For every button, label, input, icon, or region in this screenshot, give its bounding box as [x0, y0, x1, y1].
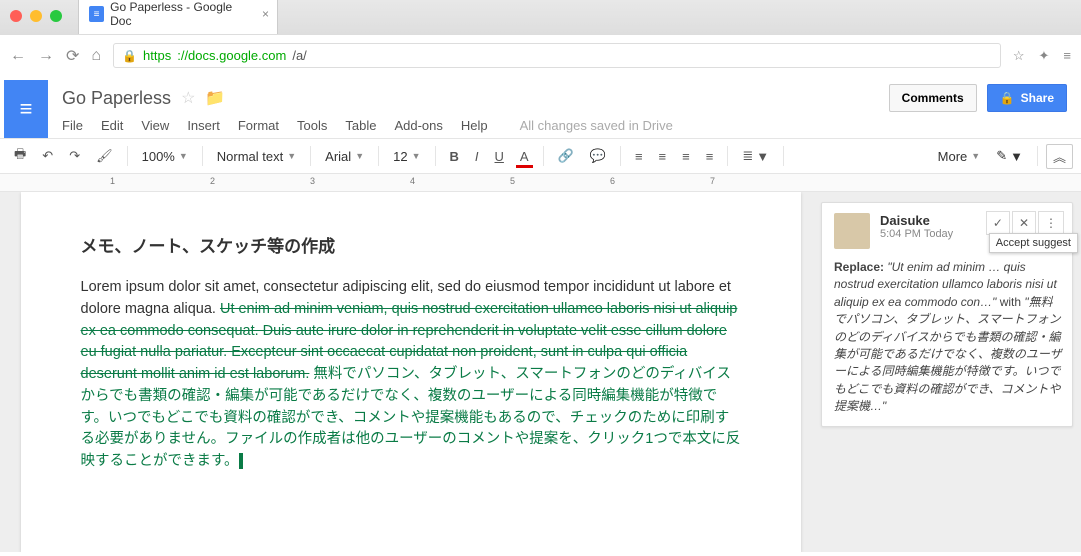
menu-addons[interactable]: Add-ons	[394, 118, 442, 133]
menu-insert[interactable]: Insert	[187, 118, 220, 133]
accept-suggestion-button[interactable]: ✓	[986, 211, 1010, 235]
bookmark-icon[interactable]: ☆	[1013, 48, 1025, 64]
doc-title[interactable]: Go Paperless	[62, 88, 171, 109]
suggestion-with: with	[996, 295, 1024, 309]
reject-suggestion-button[interactable]: ✕	[1012, 211, 1036, 235]
back-button[interactable]: ←	[10, 47, 26, 65]
suggestion-card[interactable]: Daisuke 5:04 PM Today ✓ ✕ ⋮ Accept sugge…	[821, 202, 1073, 427]
menu-format[interactable]: Format	[238, 118, 279, 133]
docs-header: ≡ Go Paperless ☆ 📁 Comments 🔒 Share File…	[0, 76, 1081, 138]
extension-icon[interactable]: ✦	[1039, 48, 1050, 64]
folder-icon[interactable]: 📁	[205, 88, 225, 108]
docs-favicon: ≡	[89, 6, 104, 22]
ruler-tick: 7	[710, 176, 715, 186]
home-button[interactable]: ⌂	[91, 47, 101, 65]
fontsize-dropdown[interactable]: 12▼	[387, 149, 426, 164]
save-status: All changes saved in Drive	[520, 118, 673, 133]
minimize-window-button[interactable]	[30, 10, 42, 22]
menu-tools[interactable]: Tools	[297, 118, 327, 133]
chrome-menu-icon[interactable]: ≡	[1063, 48, 1071, 64]
bold-button[interactable]: B	[444, 145, 465, 168]
browser-chrome: ≡ Go Paperless - Google Doc × ← → ⟳ ⌂ 🔒 …	[0, 0, 1081, 76]
menu-bar: File Edit View Insert Format Tools Table…	[62, 118, 1067, 133]
share-label: Share	[1021, 91, 1054, 105]
underline-button[interactable]: U	[489, 145, 510, 168]
window-controls	[10, 10, 62, 22]
redo-button[interactable]: ↷	[63, 144, 86, 168]
ruler-tick: 1	[110, 176, 115, 186]
editing-mode-button[interactable]: ✎▼	[990, 144, 1029, 168]
url-scheme: https	[143, 48, 171, 63]
ruler-tick: 4	[410, 176, 415, 186]
ruler-tick: 2	[210, 176, 215, 186]
italic-button[interactable]: I	[469, 145, 485, 168]
zoom-dropdown[interactable]: 100%▼	[136, 149, 194, 164]
more-dropdown[interactable]: More▼	[932, 149, 987, 164]
menu-view[interactable]: View	[141, 118, 169, 133]
suggestion-to: "無料でパソコン、タブレット、スマートフォンのどのディバイスからでも書類の確認・…	[834, 295, 1062, 413]
share-button[interactable]: 🔒 Share	[987, 84, 1067, 112]
doc-heading: メモ、ノート、スケッチ等の作成	[81, 232, 741, 257]
align-justify-button[interactable]: ≡	[700, 145, 720, 168]
suggestion-menu-button[interactable]: ⋮	[1038, 211, 1064, 235]
style-dropdown[interactable]: Normal text▼	[211, 149, 302, 164]
page[interactable]: メモ、ノート、スケッチ等の作成 Lorem ipsum dolor sit am…	[21, 192, 801, 552]
doc-area: メモ、ノート、スケッチ等の作成 Lorem ipsum dolor sit am…	[0, 192, 1081, 552]
menu-file[interactable]: File	[62, 118, 83, 133]
tooltip: Accept suggest	[989, 233, 1078, 253]
print-button[interactable]: 🖶	[8, 141, 32, 171]
paint-format-button[interactable]: 🖌	[90, 144, 119, 168]
menu-help[interactable]: Help	[461, 118, 488, 133]
tab-title: Go Paperless - Google Doc	[110, 0, 249, 28]
font-dropdown[interactable]: Arial▼	[319, 149, 370, 164]
suggestion-panel: Daisuke 5:04 PM Today ✓ ✕ ⋮ Accept sugge…	[821, 192, 1081, 552]
ruler-tick: 6	[610, 176, 615, 186]
text-cursor	[239, 453, 243, 469]
reload-button[interactable]: ⟳	[66, 46, 79, 66]
url-box[interactable]: 🔒 https ://docs.google.com/a/	[113, 43, 1001, 68]
suggestion-body: Replace: "Ut enim ad minim … quis nostru…	[834, 259, 1062, 416]
ruler[interactable]: 1 2 3 4 5 6 7	[0, 174, 1081, 192]
browser-tab[interactable]: ≡ Go Paperless - Google Doc ×	[78, 0, 278, 34]
comment-button[interactable]: 💬	[584, 144, 612, 168]
doc-body: Lorem ipsum dolor sit amet, consectetur …	[81, 277, 741, 473]
url-path: /a/	[292, 48, 306, 63]
star-icon[interactable]: ☆	[181, 88, 195, 108]
ruler-tick: 3	[310, 176, 315, 186]
align-left-button[interactable]: ≡	[629, 145, 649, 168]
tab-close-icon[interactable]: ×	[262, 7, 269, 21]
docs-logo[interactable]: ≡	[4, 80, 48, 138]
suggestion-time: 5:04 PM Today	[880, 228, 953, 240]
lock-icon: 🔒	[1000, 91, 1015, 105]
text-color-button[interactable]: A	[514, 145, 535, 168]
avatar	[834, 213, 870, 249]
url-host: ://docs.google.com	[177, 48, 286, 63]
menu-edit[interactable]: Edit	[101, 118, 123, 133]
hide-menus-button[interactable]: ︽	[1046, 144, 1073, 169]
line-spacing-button[interactable]: ≣▼	[736, 144, 775, 168]
link-button[interactable]: 🔗	[552, 144, 580, 168]
comments-button[interactable]: Comments	[889, 84, 977, 112]
address-bar: ← → ⟳ ⌂ 🔒 https ://docs.google.com/a/ ☆ ✦…	[0, 34, 1081, 76]
align-right-button[interactable]: ≡	[676, 145, 696, 168]
lock-icon: 🔒	[122, 49, 137, 63]
ruler-tick: 5	[510, 176, 515, 186]
suggestion-user: Daisuke	[880, 213, 953, 228]
suggestion-action-label: Replace:	[834, 260, 884, 274]
forward-button[interactable]: →	[38, 47, 54, 65]
toolbar: 🖶 ↶ ↷ 🖌 100%▼ Normal text▼ Arial▼ 12▼ B …	[0, 138, 1081, 174]
close-window-button[interactable]	[10, 10, 22, 22]
maximize-window-button[interactable]	[50, 10, 62, 22]
undo-button[interactable]: ↶	[36, 144, 59, 168]
menu-table[interactable]: Table	[345, 118, 376, 133]
align-center-button[interactable]: ≡	[653, 145, 673, 168]
tab-strip: ≡ Go Paperless - Google Doc ×	[0, 0, 1081, 34]
